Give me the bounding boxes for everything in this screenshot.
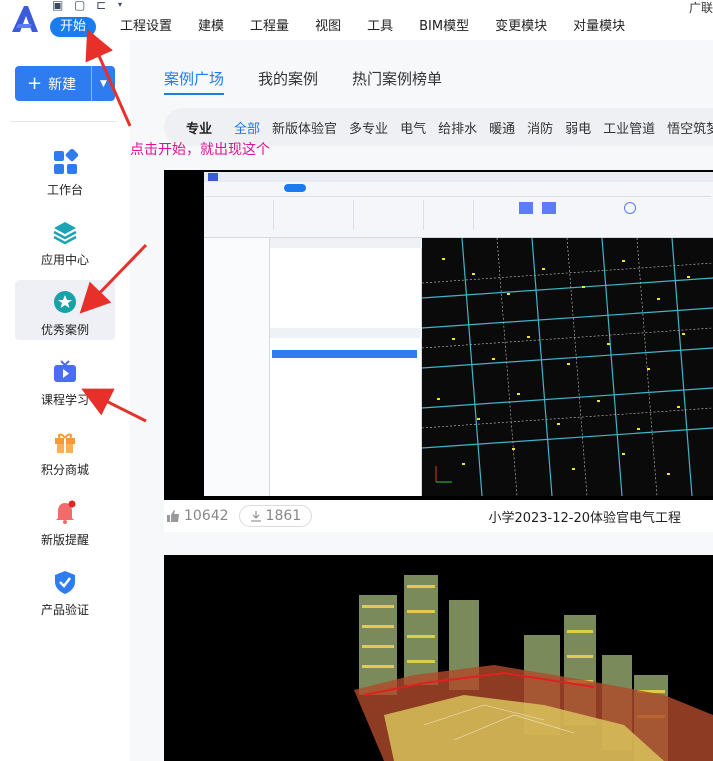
filter-heading: 专业 xyxy=(186,121,213,137)
thumbs-up-icon xyxy=(167,510,179,522)
filter-low-voltage[interactable]: 弱电 xyxy=(565,118,591,137)
filter-industrial-pipe[interactable]: 工业管道 xyxy=(603,118,655,137)
sidebar-item-label: 优秀案例 xyxy=(40,323,89,337)
filter-electrical[interactable]: 电气 xyxy=(400,118,426,137)
quick-access-toolbar: ▣ ▢ ⊏ ▾ xyxy=(52,0,132,14)
download-button[interactable]: 1861 xyxy=(238,505,313,527)
case-thumbnail[interactable] xyxy=(164,555,713,761)
sidebar-item-label: 应用中心 xyxy=(40,253,89,267)
sidebar-item-label: 积分商城 xyxy=(40,463,89,477)
new-file-icon[interactable]: ▢ xyxy=(74,0,88,12)
menu-start[interactable]: 开始 xyxy=(50,17,97,37)
star-badge-icon xyxy=(54,291,76,313)
new-button-main[interactable]: + 新建 xyxy=(15,66,91,101)
app-logo[interactable] xyxy=(8,4,42,34)
layers-icon xyxy=(53,222,77,245)
chevron-down-icon[interactable]: ▼ xyxy=(92,66,115,101)
sidebar-item-product-verify[interactable]: 产品验证 xyxy=(15,560,115,620)
menu-quantities[interactable]: 工程量 xyxy=(250,17,289,37)
case-card[interactable]: 10642 1861 小学2023-12-20体验官电气工程 xyxy=(164,170,713,532)
sidebar-item-label: 工作台 xyxy=(46,183,83,197)
sidebar-item-excellent-cases[interactable]: 优秀案例 xyxy=(15,280,115,340)
new-button-label: 新建 xyxy=(48,76,77,93)
shield-check-icon xyxy=(55,571,75,594)
sidebar-item-app-center[interactable]: 应用中心 xyxy=(15,210,115,270)
menu-view[interactable]: 视图 xyxy=(315,17,341,37)
tab-hot-ranking[interactable]: 热门案例榜单 xyxy=(352,68,442,95)
grid-icon xyxy=(54,149,78,174)
filter-all[interactable]: 全部 xyxy=(234,118,260,137)
open-folder-icon[interactable]: ⊏ xyxy=(96,0,110,12)
filter-wukong[interactable]: 悟空筑梦 xyxy=(667,118,713,137)
case-title[interactable]: 小学2023-12-20体验官电气工程 xyxy=(488,507,681,526)
new-button[interactable]: + 新建 ▼ xyxy=(15,66,115,101)
dropdown-icon[interactable]: ▾ xyxy=(118,0,132,12)
plus-icon: + xyxy=(27,72,43,94)
filter-hvac[interactable]: 暖通 xyxy=(489,118,515,137)
tv-play-icon xyxy=(54,360,76,382)
menu-tools[interactable]: 工具 xyxy=(367,17,393,37)
cad-drawing-view xyxy=(422,238,713,496)
annotation-text: 点击开始，就出现这个 xyxy=(130,142,270,158)
sidebar-item-points-mall[interactable]: 积分商城 xyxy=(15,420,115,480)
sidebar-item-release-notice[interactable]: 新版提醒 xyxy=(15,490,115,550)
gift-icon xyxy=(55,433,75,453)
filter-multi-specialty[interactable]: 多专业 xyxy=(349,118,388,137)
case-card[interactable] xyxy=(164,555,713,761)
menu-bim-model[interactable]: BIM模型 xyxy=(419,17,469,37)
bim-3d-model-image xyxy=(164,555,713,761)
sidebar-item-label: 课程学习 xyxy=(40,393,89,407)
download-icon xyxy=(250,511,261,522)
top-bar: ▣ ▢ ⊏ ▾ 开始 工程设置 建模 工程量 视图 工具 BIM模型 变更模块 … xyxy=(0,0,713,40)
case-thumbnail[interactable] xyxy=(164,170,713,500)
sidebar-item-courses[interactable]: 课程学习 xyxy=(15,350,115,410)
bell-icon xyxy=(56,500,76,524)
sidebar-item-label: 新版提醒 xyxy=(40,533,89,547)
filter-fire[interactable]: 消防 xyxy=(527,118,553,137)
user-name[interactable]: 广联 xyxy=(689,0,713,16)
filter-plumbing[interactable]: 给排水 xyxy=(438,118,477,137)
menu-project-settings[interactable]: 工程设置 xyxy=(120,17,172,37)
mini-nav-tree xyxy=(204,238,270,496)
filter-new-experience[interactable]: 新版体验官 xyxy=(272,118,337,137)
mini-ribbon xyxy=(204,172,713,238)
mini-property-panel xyxy=(270,238,422,496)
sidebar-item-workbench[interactable]: 工作台 xyxy=(15,140,115,200)
like-count[interactable]: 10642 xyxy=(166,508,229,524)
sidebar-item-label: 产品验证 xyxy=(40,603,89,617)
download-count-value: 1861 xyxy=(265,508,302,524)
tab-case-square[interactable]: 案例广场 xyxy=(164,68,225,95)
tab-my-cases[interactable]: 我的案例 xyxy=(258,68,318,95)
case-tabs: 案例广场 我的案例 热门案例榜单 xyxy=(164,68,476,95)
save-icon[interactable]: ▣ xyxy=(52,0,66,12)
menu-reconcile-module[interactable]: 对量模块 xyxy=(573,17,625,37)
sidebar: + 新建 ▼ 工作台 应用中心 优秀案例 课程学习 积分商城 新版提醒 产品验证 xyxy=(0,40,130,761)
ribbon-menu: 开始 工程设置 建模 工程量 视图 工具 BIM模型 变更模块 对量模块 xyxy=(50,17,651,37)
sidebar-divider xyxy=(10,121,118,122)
like-count-value: 10642 xyxy=(184,508,229,524)
menu-modeling[interactable]: 建模 xyxy=(198,17,224,37)
menu-change-module[interactable]: 变更模块 xyxy=(495,17,547,37)
software-screenshot-image xyxy=(204,172,713,496)
